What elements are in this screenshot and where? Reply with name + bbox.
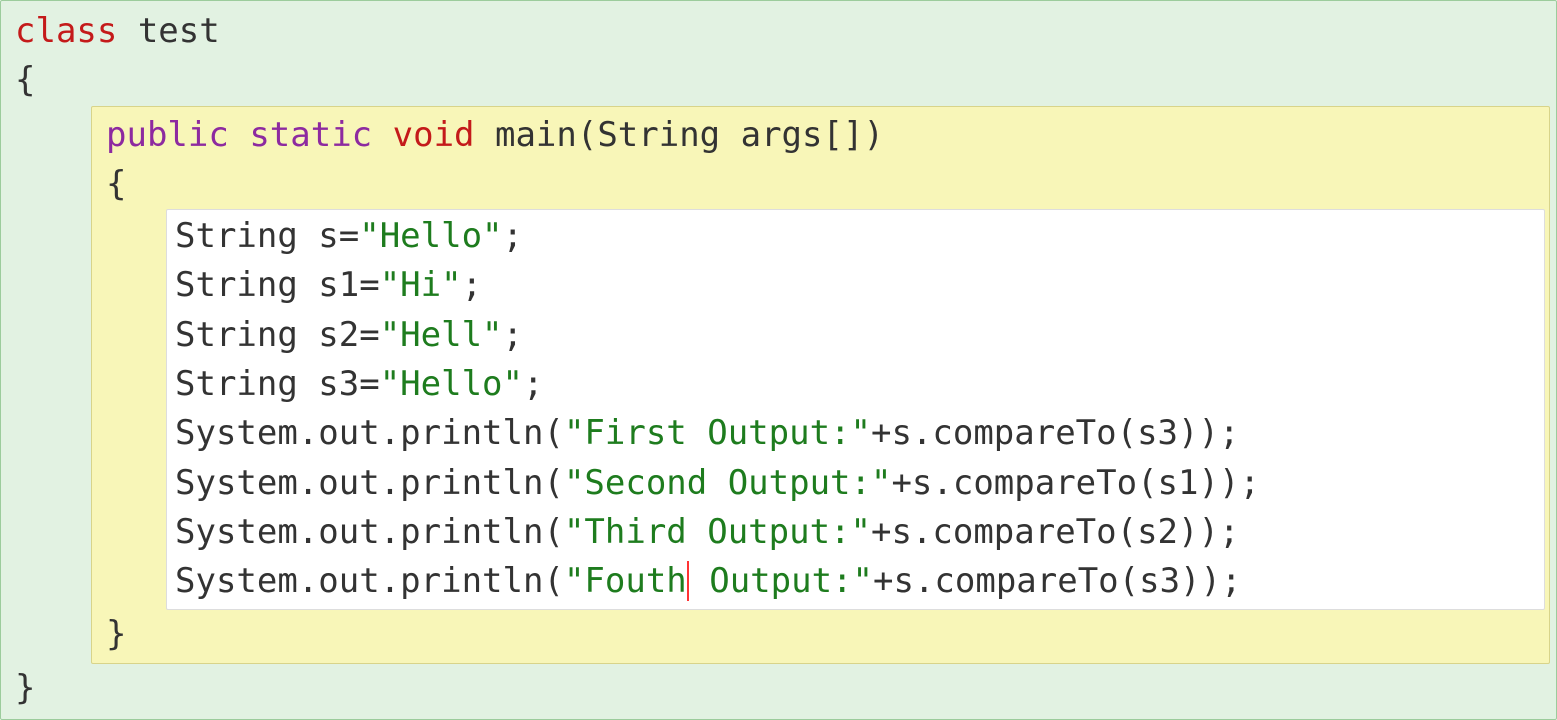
- string-literal-misspelled: "Fouth: [564, 561, 689, 601]
- main-signature: main(String args[]): [475, 115, 884, 155]
- stmt-s3: String s3="Hello";: [175, 360, 1536, 409]
- string-literal: "Hell": [380, 315, 503, 355]
- string-literal: "Hi": [380, 265, 462, 305]
- method-sig: public static void main(String args[]): [106, 111, 1545, 160]
- method-block: public static void main(String args[]) {…: [91, 106, 1550, 664]
- stmt-s2: String s2="Hell";: [175, 311, 1536, 360]
- open-brace-0: {: [15, 56, 1550, 105]
- string-literal: "Second Output:": [564, 463, 892, 503]
- string-literal: "Hello": [359, 216, 502, 256]
- string-literal: "Hello": [380, 364, 523, 404]
- stmt-s1: String s1="Hi";: [175, 261, 1536, 310]
- class-keyword: class: [15, 11, 117, 51]
- stmt-s: String s="Hello";: [175, 212, 1536, 261]
- public-keyword: public: [106, 115, 229, 155]
- string-literal: "Third Output:": [564, 512, 871, 552]
- string-literal: Output:": [689, 561, 873, 601]
- println-2: System.out.println("Second Output:"+s.co…: [175, 459, 1536, 508]
- static-keyword: static: [249, 115, 372, 155]
- void-keyword: void: [393, 115, 475, 155]
- class-decl: class test: [15, 7, 1550, 56]
- class-block: class test { public static void main(Str…: [0, 0, 1557, 720]
- open-brace-1: {: [106, 160, 1545, 209]
- string-literal: "First Output:": [564, 413, 871, 453]
- close-brace-0: }: [15, 664, 1550, 713]
- close-brace-1: }: [106, 610, 1545, 659]
- class-name: test: [117, 11, 219, 51]
- body-block: String s="Hello"; String s1="Hi"; String…: [166, 209, 1545, 609]
- println-4: System.out.println("Fouth Output:"+s.com…: [175, 557, 1536, 606]
- println-1: System.out.println("First Output:"+s.com…: [175, 409, 1536, 458]
- println-3: System.out.println("Third Output:"+s.com…: [175, 508, 1536, 557]
